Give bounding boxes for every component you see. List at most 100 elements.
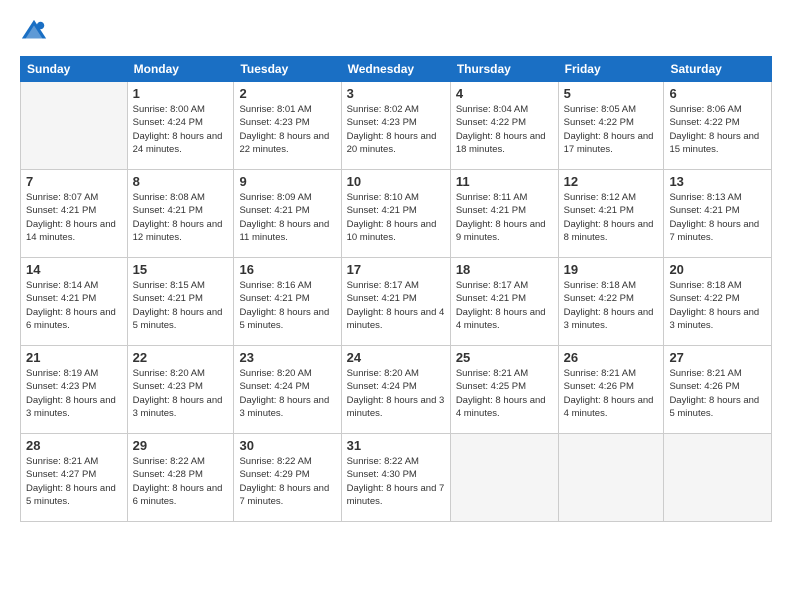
calendar-header-row: SundayMondayTuesdayWednesdayThursdayFrid… bbox=[21, 57, 772, 82]
day-number: 16 bbox=[239, 262, 335, 277]
day-info: Sunrise: 8:10 AMSunset: 4:21 PMDaylight:… bbox=[347, 191, 445, 244]
calendar-cell bbox=[21, 82, 128, 170]
day-info: Sunrise: 8:20 AMSunset: 4:24 PMDaylight:… bbox=[347, 367, 445, 420]
day-number: 19 bbox=[564, 262, 659, 277]
day-info: Sunrise: 8:05 AMSunset: 4:22 PMDaylight:… bbox=[564, 103, 659, 156]
day-number: 9 bbox=[239, 174, 335, 189]
day-number: 8 bbox=[133, 174, 229, 189]
day-info: Sunrise: 8:22 AMSunset: 4:28 PMDaylight:… bbox=[133, 455, 229, 508]
calendar-cell: 3 Sunrise: 8:02 AMSunset: 4:23 PMDaylight… bbox=[341, 82, 450, 170]
day-info: Sunrise: 8:18 AMSunset: 4:22 PMDaylight:… bbox=[669, 279, 766, 332]
page: SundayMondayTuesdayWednesdayThursdayFrid… bbox=[0, 0, 792, 612]
calendar-week-row: 28 Sunrise: 8:21 AMSunset: 4:27 PMDayligh… bbox=[21, 434, 772, 522]
day-number: 22 bbox=[133, 350, 229, 365]
day-info: Sunrise: 8:08 AMSunset: 4:21 PMDaylight:… bbox=[133, 191, 229, 244]
day-info: Sunrise: 8:18 AMSunset: 4:22 PMDaylight:… bbox=[564, 279, 659, 332]
day-number: 18 bbox=[456, 262, 553, 277]
day-info: Sunrise: 8:22 AMSunset: 4:30 PMDaylight:… bbox=[347, 455, 445, 508]
day-number: 3 bbox=[347, 86, 445, 101]
calendar-week-row: 14 Sunrise: 8:14 AMSunset: 4:21 PMDayligh… bbox=[21, 258, 772, 346]
calendar-cell: 13 Sunrise: 8:13 AMSunset: 4:21 PMDayligh… bbox=[664, 170, 772, 258]
day-number: 31 bbox=[347, 438, 445, 453]
day-number: 28 bbox=[26, 438, 122, 453]
calendar-cell: 29 Sunrise: 8:22 AMSunset: 4:28 PMDayligh… bbox=[127, 434, 234, 522]
day-number: 4 bbox=[456, 86, 553, 101]
calendar-cell: 24 Sunrise: 8:20 AMSunset: 4:24 PMDayligh… bbox=[341, 346, 450, 434]
day-number: 2 bbox=[239, 86, 335, 101]
day-number: 23 bbox=[239, 350, 335, 365]
day-info: Sunrise: 8:21 AMSunset: 4:26 PMDaylight:… bbox=[564, 367, 659, 420]
day-info: Sunrise: 8:16 AMSunset: 4:21 PMDaylight:… bbox=[239, 279, 335, 332]
calendar-cell: 15Sunrise: 8:15 AMSunset: 4:21 PMDayligh… bbox=[127, 258, 234, 346]
weekday-header: Thursday bbox=[450, 57, 558, 82]
day-info: Sunrise: 8:21 AMSunset: 4:26 PMDaylight:… bbox=[669, 367, 766, 420]
day-info: Sunrise: 8:01 AMSunset: 4:23 PMDaylight:… bbox=[239, 103, 335, 156]
day-number: 5 bbox=[564, 86, 659, 101]
day-info: Sunrise: 8:21 AMSunset: 4:27 PMDaylight:… bbox=[26, 455, 122, 508]
day-info: Sunrise: 8:02 AMSunset: 4:23 PMDaylight:… bbox=[347, 103, 445, 156]
day-number: 17 bbox=[347, 262, 445, 277]
day-info: Sunrise: 8:20 AMSunset: 4:24 PMDaylight:… bbox=[239, 367, 335, 420]
calendar-cell: 5 Sunrise: 8:05 AMSunset: 4:22 PMDaylight… bbox=[558, 82, 664, 170]
calendar-cell: 19 Sunrise: 8:18 AMSunset: 4:22 PMDayligh… bbox=[558, 258, 664, 346]
calendar-cell: 28 Sunrise: 8:21 AMSunset: 4:27 PMDayligh… bbox=[21, 434, 128, 522]
day-number: 13 bbox=[669, 174, 766, 189]
day-info: Sunrise: 8:19 AMSunset: 4:23 PMDaylight:… bbox=[26, 367, 122, 420]
calendar-week-row: 21 Sunrise: 8:19 AMSunset: 4:23 PMDayligh… bbox=[21, 346, 772, 434]
day-info: Sunrise: 8:11 AMSunset: 4:21 PMDaylight:… bbox=[456, 191, 553, 244]
calendar-cell: 6 Sunrise: 8:06 AMSunset: 4:22 PMDaylight… bbox=[664, 82, 772, 170]
day-number: 14 bbox=[26, 262, 122, 277]
day-number: 24 bbox=[347, 350, 445, 365]
calendar-cell: 21 Sunrise: 8:19 AMSunset: 4:23 PMDayligh… bbox=[21, 346, 128, 434]
calendar-table: SundayMondayTuesdayWednesdayThursdayFrid… bbox=[20, 56, 772, 522]
calendar-cell: 27Sunrise: 8:21 AMSunset: 4:26 PMDayligh… bbox=[664, 346, 772, 434]
day-info: Sunrise: 8:14 AMSunset: 4:21 PMDaylight:… bbox=[26, 279, 122, 332]
day-info: Sunrise: 8:20 AMSunset: 4:23 PMDaylight:… bbox=[133, 367, 229, 420]
day-info: Sunrise: 8:17 AMSunset: 4:21 PMDaylight:… bbox=[347, 279, 445, 332]
calendar-week-row: 7 Sunrise: 8:07 AMSunset: 4:21 PMDaylight… bbox=[21, 170, 772, 258]
day-number: 25 bbox=[456, 350, 553, 365]
calendar-cell: 20 Sunrise: 8:18 AMSunset: 4:22 PMDayligh… bbox=[664, 258, 772, 346]
day-info: Sunrise: 8:12 AMSunset: 4:21 PMDaylight:… bbox=[564, 191, 659, 244]
day-number: 20 bbox=[669, 262, 766, 277]
calendar-cell: 31 Sunrise: 8:22 AMSunset: 4:30 PMDayligh… bbox=[341, 434, 450, 522]
calendar-cell bbox=[558, 434, 664, 522]
day-number: 11 bbox=[456, 174, 553, 189]
calendar-cell: 25Sunrise: 8:21 AMSunset: 4:25 PMDayligh… bbox=[450, 346, 558, 434]
calendar-cell: 14 Sunrise: 8:14 AMSunset: 4:21 PMDayligh… bbox=[21, 258, 128, 346]
weekday-header: Wednesday bbox=[341, 57, 450, 82]
calendar-cell bbox=[450, 434, 558, 522]
day-number: 7 bbox=[26, 174, 122, 189]
calendar-cell bbox=[664, 434, 772, 522]
day-number: 6 bbox=[669, 86, 766, 101]
day-number: 29 bbox=[133, 438, 229, 453]
weekday-header: Sunday bbox=[21, 57, 128, 82]
day-info: Sunrise: 8:07 AMSunset: 4:21 PMDaylight:… bbox=[26, 191, 122, 244]
day-info: Sunrise: 8:00 AMSunset: 4:24 PMDaylight:… bbox=[133, 103, 229, 156]
calendar-cell: 9 Sunrise: 8:09 AMSunset: 4:21 PMDaylight… bbox=[234, 170, 341, 258]
calendar-cell: 1 Sunrise: 8:00 AMSunset: 4:24 PMDaylight… bbox=[127, 82, 234, 170]
calendar-cell: 8 Sunrise: 8:08 AMSunset: 4:21 PMDaylight… bbox=[127, 170, 234, 258]
day-info: Sunrise: 8:09 AMSunset: 4:21 PMDaylight:… bbox=[239, 191, 335, 244]
day-number: 30 bbox=[239, 438, 335, 453]
day-info: Sunrise: 8:22 AMSunset: 4:29 PMDaylight:… bbox=[239, 455, 335, 508]
calendar-cell: 23 Sunrise: 8:20 AMSunset: 4:24 PMDayligh… bbox=[234, 346, 341, 434]
calendar-cell: 30 Sunrise: 8:22 AMSunset: 4:29 PMDayligh… bbox=[234, 434, 341, 522]
calendar-cell: 4 Sunrise: 8:04 AMSunset: 4:22 PMDaylight… bbox=[450, 82, 558, 170]
calendar-cell: 2 Sunrise: 8:01 AMSunset: 4:23 PMDaylight… bbox=[234, 82, 341, 170]
calendar-cell: 12Sunrise: 8:12 AMSunset: 4:21 PMDayligh… bbox=[558, 170, 664, 258]
calendar-cell: 16 Sunrise: 8:16 AMSunset: 4:21 PMDayligh… bbox=[234, 258, 341, 346]
calendar-week-row: 1 Sunrise: 8:00 AMSunset: 4:24 PMDaylight… bbox=[21, 82, 772, 170]
day-info: Sunrise: 8:13 AMSunset: 4:21 PMDaylight:… bbox=[669, 191, 766, 244]
day-number: 1 bbox=[133, 86, 229, 101]
calendar-cell: 26Sunrise: 8:21 AMSunset: 4:26 PMDayligh… bbox=[558, 346, 664, 434]
weekday-header: Friday bbox=[558, 57, 664, 82]
day-info: Sunrise: 8:04 AMSunset: 4:22 PMDaylight:… bbox=[456, 103, 553, 156]
day-number: 21 bbox=[26, 350, 122, 365]
calendar-cell: 7 Sunrise: 8:07 AMSunset: 4:21 PMDaylight… bbox=[21, 170, 128, 258]
weekday-header: Monday bbox=[127, 57, 234, 82]
weekday-header: Tuesday bbox=[234, 57, 341, 82]
day-info: Sunrise: 8:06 AMSunset: 4:22 PMDaylight:… bbox=[669, 103, 766, 156]
logo-icon bbox=[20, 18, 48, 46]
day-number: 10 bbox=[347, 174, 445, 189]
